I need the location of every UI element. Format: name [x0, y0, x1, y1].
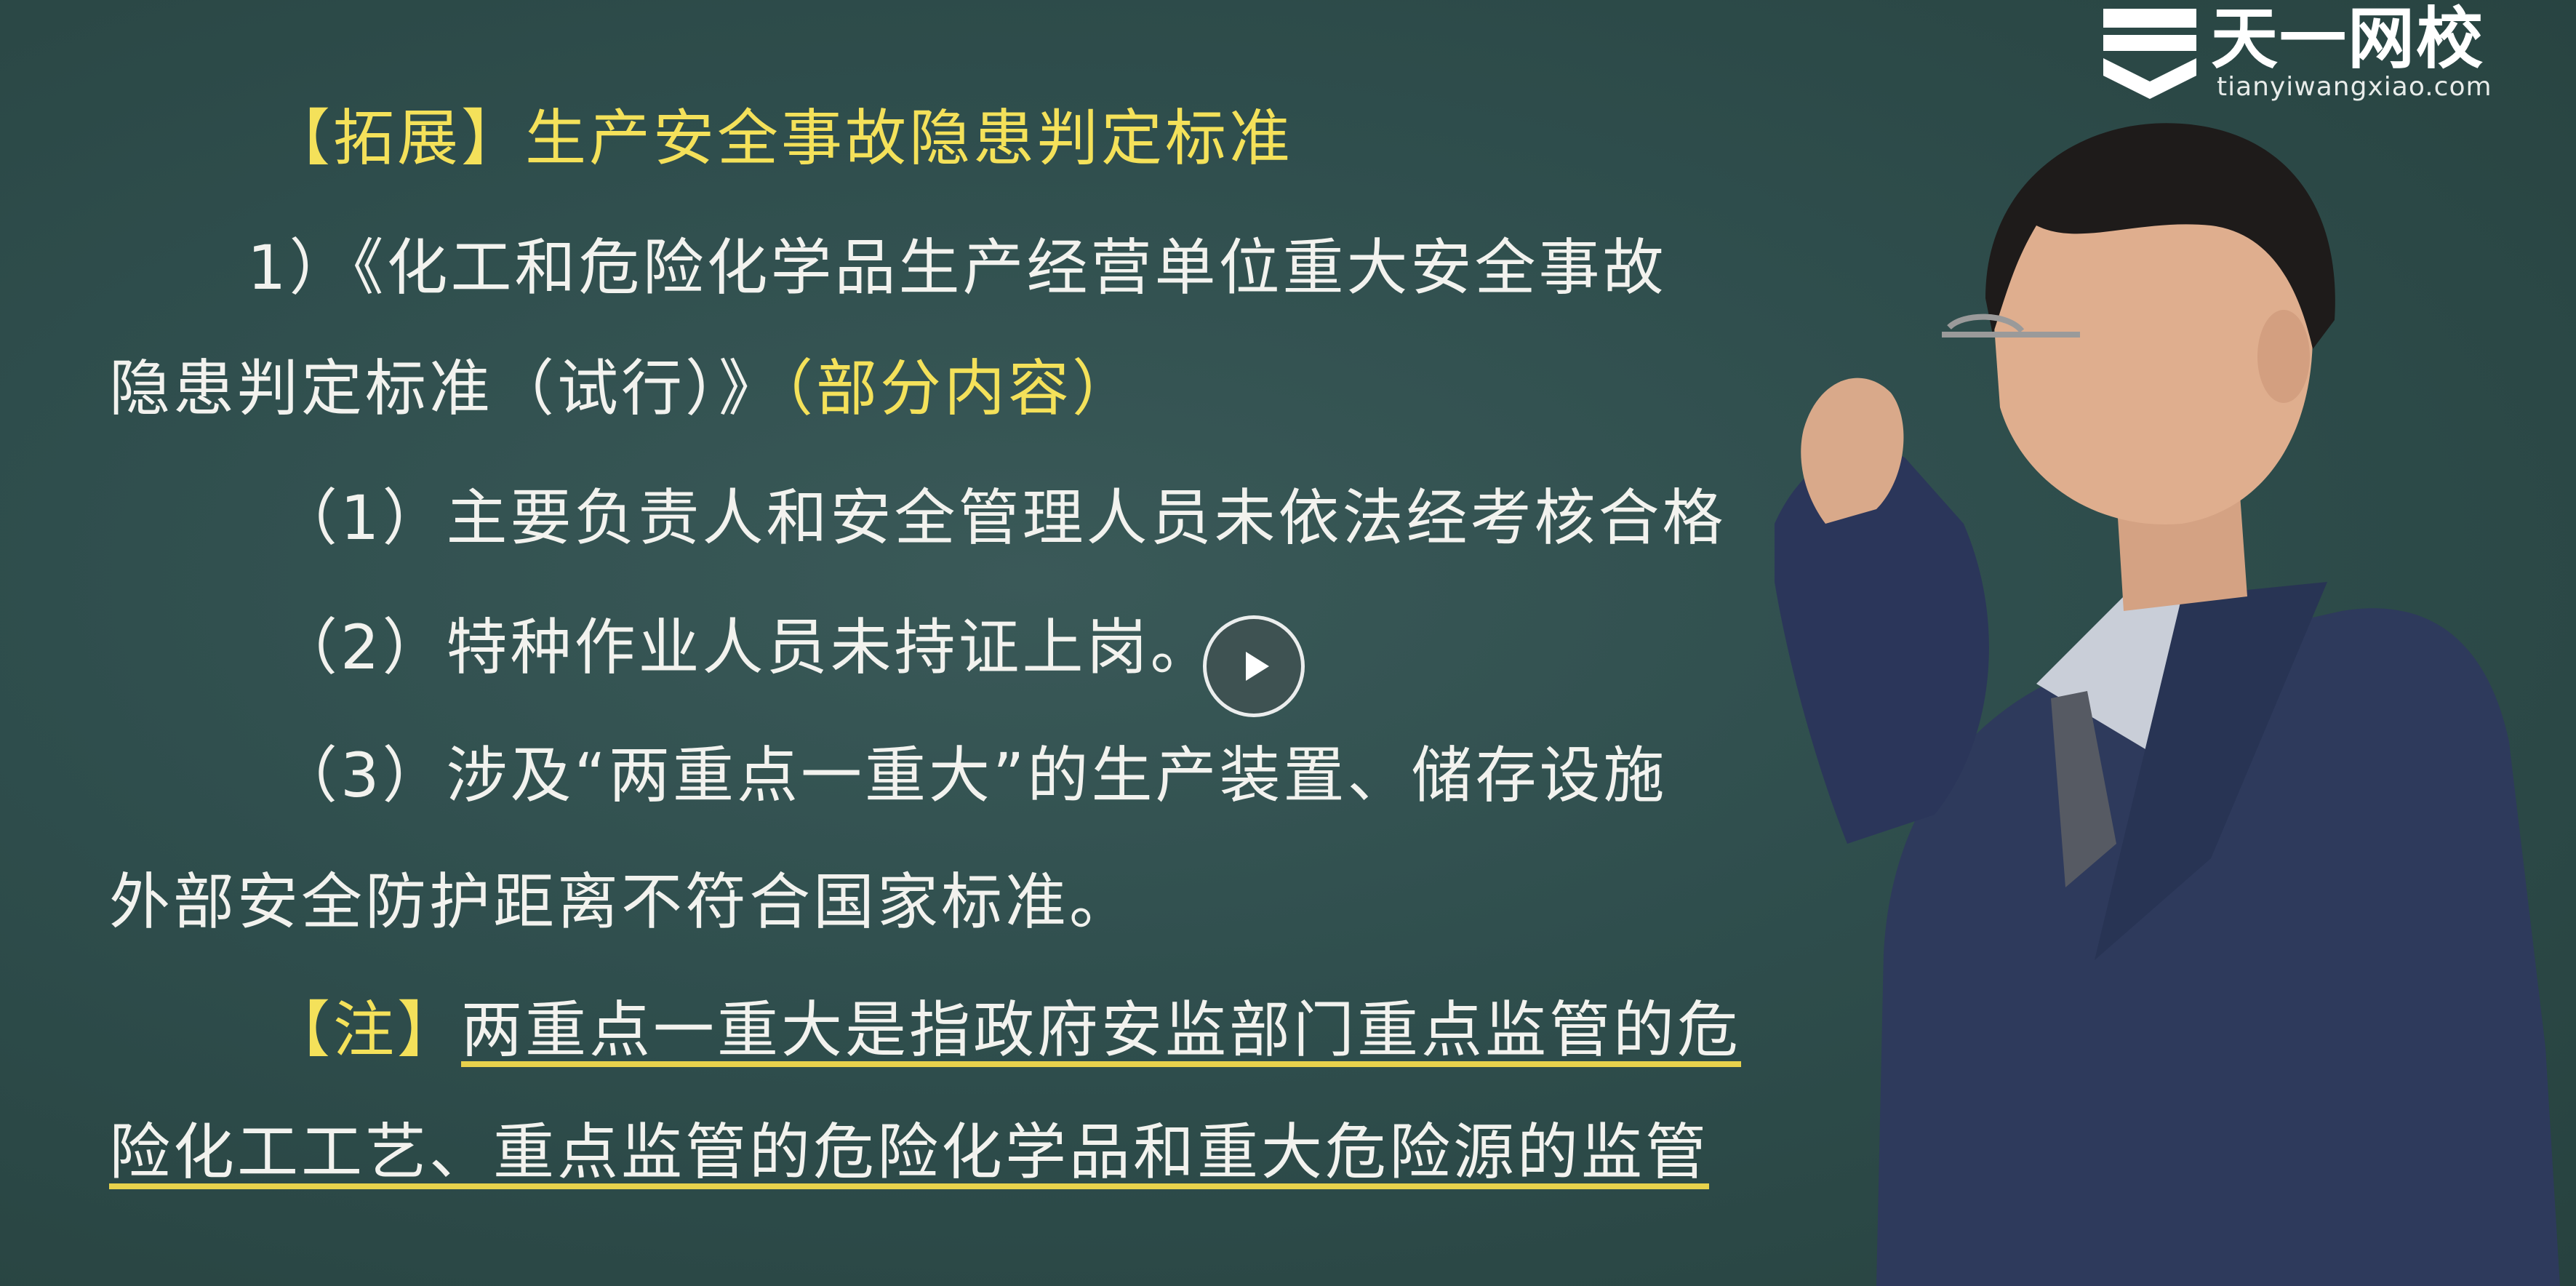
logo-url-text: tianyiwangxiao.com	[2217, 72, 2492, 102]
note-line2: 险化工工艺、重点监管的危险化学品和重大危险源的监管	[109, 1116, 1709, 1189]
note-line1: 【注】两重点一重大是指政府安监部门重点监管的危	[269, 994, 1741, 1066]
item1-line1: 1）《化工和危险化学品生产经营单位重大安全事故	[247, 232, 1667, 303]
heading-title: 生产安全事故隐患判定标准	[525, 103, 1294, 174]
play-icon	[1246, 652, 1269, 681]
list-item-3-line2: 外部安全防护距离不符合国家标准。	[109, 866, 1134, 938]
heading-tag: 【拓展】	[269, 103, 526, 174]
play-button[interactable]	[1203, 615, 1305, 717]
logo-brand-text: 天一网校	[2211, 0, 2485, 78]
list-item-2: （2）特种作业人员未持证上岗。	[276, 612, 1215, 683]
slide-heading: 【拓展】生产安全事故隐患判定标准	[269, 102, 1293, 175]
list-item-1: （1）主要负责人和安全管理人员未依法经考核合格	[276, 482, 1727, 554]
item1-line2-title: 隐患判定标准（试行）》	[109, 353, 783, 424]
note-text-1: 两重点一重大是指政府安监部门重点监管的危	[461, 994, 1742, 1066]
tianyi-logo: 天一网校 tianyiwangxiao.com	[2100, 3, 2537, 105]
item1-line2-note: （部分内容）	[783, 353, 1137, 424]
logo-mark-icon	[2103, 9, 2196, 99]
note-tag: 【注】	[269, 994, 462, 1066]
item1-line2: 隐患判定标准（试行）》（部分内容）	[109, 352, 1136, 425]
list-item-3-line1: （3）涉及“两重点一重大”的生产装置、储存设施	[276, 740, 1668, 811]
note-text-2: 险化工工艺、重点监管的危险化学品和重大危险源的监管	[109, 1117, 1710, 1188]
presenter-image	[1775, 123, 2560, 1286]
video-frame: 天一网校 tianyiwangxiao.com 【拓展】生产安全事故隐患判定标准…	[0, 0, 2576, 1286]
